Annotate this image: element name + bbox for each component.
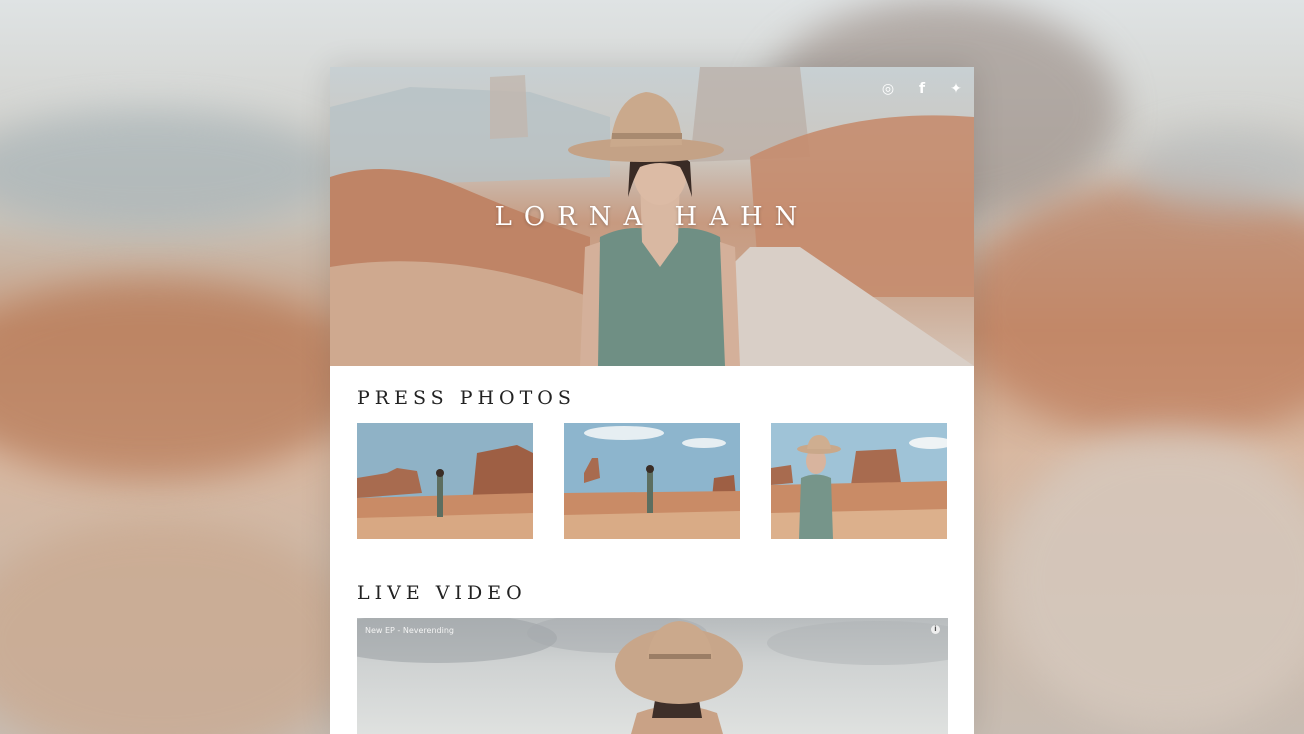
live-video-heading: LIVE VIDEO <box>357 582 527 604</box>
info-icon[interactable]: i <box>931 625 940 634</box>
website-preview-card: ◎ f ✦ LORNA HAHN PRESS PHOTOS LIVE VIDEO… <box>330 67 974 734</box>
press-photo-2[interactable] <box>564 423 740 539</box>
press-photo-gallery <box>357 423 947 539</box>
social-links: ◎ f ✦ <box>878 79 966 99</box>
press-photo-3[interactable] <box>771 423 947 539</box>
twitter-icon[interactable]: ✦ <box>946 79 966 99</box>
press-photo-1[interactable] <box>357 423 533 539</box>
instagram-icon[interactable]: ◎ <box>878 79 898 99</box>
press-photos-heading: PRESS PHOTOS <box>357 387 576 409</box>
artist-name: LORNA HAHN <box>494 202 810 232</box>
video-player[interactable]: New EP - Neverending i <box>357 618 948 734</box>
facebook-icon[interactable]: f <box>912 79 932 99</box>
hero-banner: ◎ f ✦ LORNA HAHN <box>330 67 974 366</box>
video-title: New EP - Neverending <box>365 626 454 635</box>
